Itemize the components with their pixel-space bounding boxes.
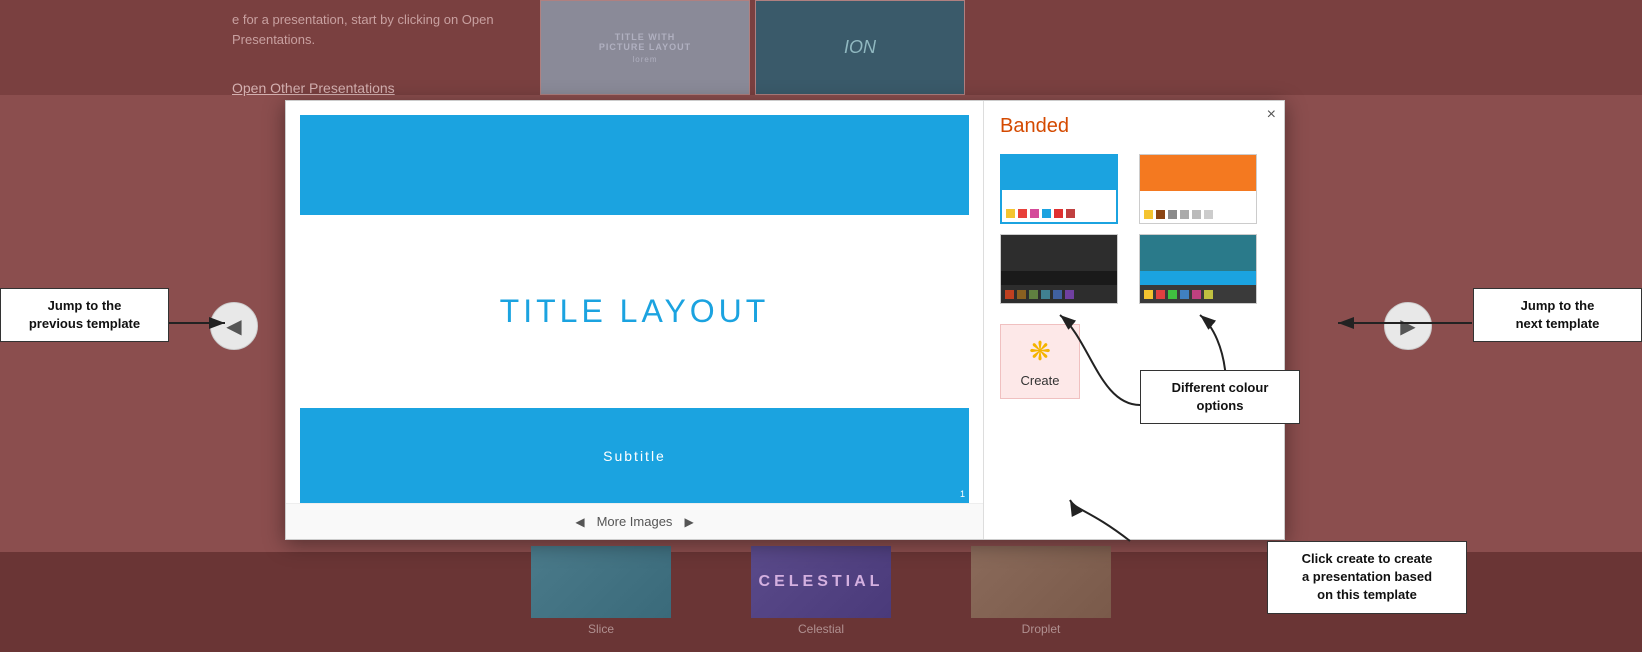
callout-color-options: Different colour options	[1140, 370, 1300, 424]
color-options-grid	[1000, 154, 1268, 304]
droplet-thumbnail	[971, 546, 1111, 618]
swatch4-top	[1140, 235, 1256, 271]
celestial-thumbnail: CELESTIAL	[751, 546, 891, 618]
prev-image-arrow[interactable]: ◀	[575, 515, 584, 529]
bg-thumb-1: TITLE WITH PICTURE LAYOUT lorem	[540, 0, 750, 95]
swatch2-top	[1140, 155, 1256, 191]
close-button[interactable]: ×	[1267, 107, 1276, 123]
callout-create: Click create to create a presentation ba…	[1267, 541, 1467, 614]
slide-white-middle: TITLE LAYOUT	[300, 215, 969, 408]
swatch3-top	[1001, 235, 1117, 271]
color-swatch-teal[interactable]	[1139, 234, 1257, 304]
slide-title: TITLE LAYOUT	[500, 293, 770, 330]
color-swatch-dark[interactable]	[1000, 234, 1118, 304]
swatch3-mid	[1001, 271, 1117, 285]
slide-top-band	[300, 115, 969, 215]
prev-template-button[interactable]: ◀	[210, 302, 258, 350]
slice-label: Slice	[588, 622, 614, 636]
more-images-label: More Images	[597, 514, 673, 529]
next-image-arrow[interactable]: ▶	[684, 515, 693, 529]
create-icon: ❋	[1029, 336, 1051, 367]
swatch3-dots	[1001, 285, 1117, 303]
swatch1-mid	[1002, 190, 1116, 204]
color-swatch-orange[interactable]	[1139, 154, 1257, 224]
create-button[interactable]: ❋ Create	[1000, 324, 1080, 399]
bg-top-bar: e for a presentation, start by clicking …	[0, 0, 1642, 95]
dialog-preview: TITLE LAYOUT Subtitle 1 ◀ More Images ▶	[286, 101, 984, 539]
swatch4-dots	[1140, 285, 1256, 303]
strip-item-droplet[interactable]: Droplet	[951, 546, 1131, 644]
template-name-heading: Banded	[1000, 115, 1268, 138]
swatch2-dots	[1140, 205, 1256, 223]
slide-subtitle: Subtitle	[603, 448, 666, 464]
callout-prev-template: Jump to the previous template	[0, 288, 169, 342]
callout-next-template: Jump to the next template	[1473, 288, 1642, 342]
slide-bottom-band: Subtitle	[300, 408, 969, 503]
open-other-presentations-link[interactable]: Open Other Presentations	[232, 80, 395, 96]
bg-thumb-2: ION	[755, 0, 965, 95]
template-dialog: × TITLE LAYOUT Subtitle 1 ◀ More Images …	[285, 100, 1285, 540]
bg-text: e for a presentation, start by clicking …	[232, 10, 494, 49]
swatch1-dots	[1002, 204, 1116, 222]
next-template-button[interactable]: ▶	[1384, 302, 1432, 350]
dialog-right-panel: Banded	[984, 101, 1284, 539]
slide-preview: TITLE LAYOUT Subtitle 1	[300, 115, 969, 503]
celestial-label: Celestial	[798, 622, 844, 636]
swatch2-mid	[1140, 191, 1256, 205]
swatch1-top	[1002, 156, 1116, 190]
preview-footer: ◀ More Images ▶	[286, 503, 983, 539]
slide-page-num: 1	[960, 489, 965, 499]
droplet-label: Droplet	[1022, 622, 1061, 636]
strip-item-celestial[interactable]: CELESTIAL Celestial	[731, 546, 911, 644]
strip-item-slice[interactable]: Slice	[511, 546, 691, 644]
swatch4-mid	[1140, 271, 1256, 285]
create-button-label: Create	[1020, 373, 1059, 388]
slice-thumbnail	[531, 546, 671, 618]
color-swatch-blue[interactable]	[1000, 154, 1118, 224]
